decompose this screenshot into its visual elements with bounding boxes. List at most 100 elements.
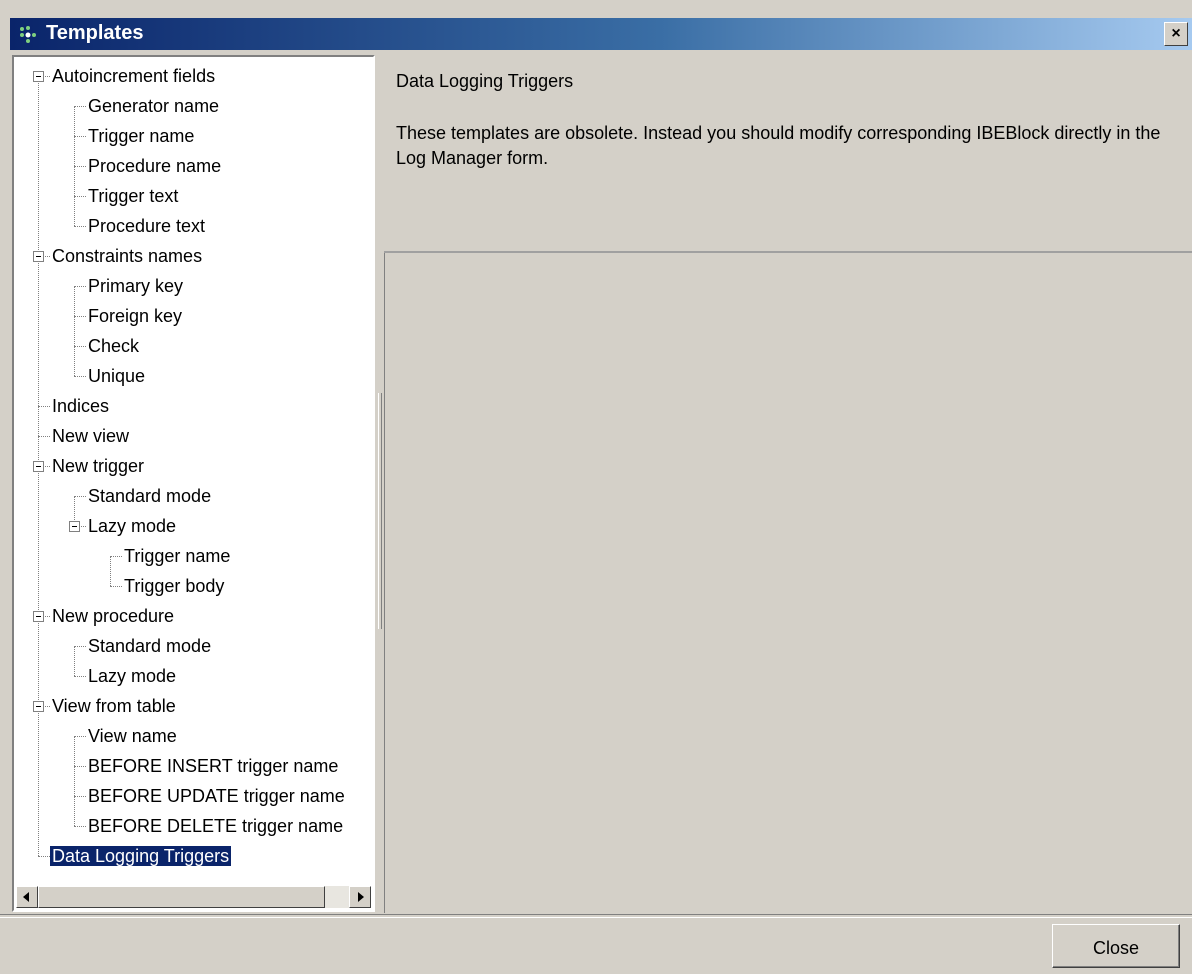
tree-item-label: BEFORE UPDATE trigger name [88, 786, 345, 806]
tree-item[interactable]: Primary key [86, 272, 185, 300]
tree-item[interactable]: Trigger name [122, 542, 232, 570]
splitter[interactable] [376, 55, 384, 912]
collapse-icon[interactable] [33, 611, 44, 622]
tree-item-label: Foreign key [88, 306, 183, 326]
tree-item-label: Primary key [88, 276, 184, 296]
splitter-grip[interactable] [378, 393, 382, 629]
divider [0, 914, 1192, 918]
tree-connector [110, 586, 122, 587]
template-tree: Autoincrement fields Generator name Trigge… [14, 57, 373, 877]
tree-item-label: Procedure text [88, 216, 206, 236]
tree-connector [74, 796, 86, 797]
tree-connector [110, 556, 111, 586]
template-editor-area[interactable] [384, 253, 1192, 913]
tree-item-label: BEFORE DELETE trigger name [88, 816, 344, 836]
tree-connector [74, 196, 86, 197]
tree-item[interactable]: Unique [86, 362, 147, 390]
tree-item[interactable]: Trigger body [122, 572, 226, 600]
arrow-left-icon [23, 892, 29, 902]
horizontal-scrollbar[interactable] [16, 886, 371, 908]
tree-item[interactable]: Standard mode [86, 632, 213, 660]
tree-item-label: Generator name [88, 96, 220, 116]
tree-item[interactable]: View name [86, 722, 179, 750]
tree-item-label: Trigger name [88, 126, 195, 146]
tree-item-label: Indices [52, 396, 110, 416]
tree-item[interactable]: Data Logging Triggers [50, 842, 232, 870]
scroll-right-button[interactable] [349, 886, 371, 908]
tree-connector [74, 736, 86, 737]
window-title: Templates [46, 22, 144, 44]
tree-item-label: Autoincrement fields [52, 66, 216, 86]
tree-connector [74, 136, 86, 137]
tree-item[interactable]: BEFORE DELETE trigger name [86, 812, 345, 840]
description-text: These templates are obsolete. Instead yo… [396, 123, 1161, 168]
tree-item-label: Unique [88, 366, 146, 386]
tree-item-label: Standard mode [88, 636, 212, 656]
description-title: Data Logging Triggers [396, 71, 574, 91]
tree-item[interactable]: Lazy mode [86, 512, 178, 540]
tree-item[interactable]: Generator name [86, 92, 221, 120]
tree-connector [74, 166, 86, 167]
tree-item-label: Data Logging Triggers [50, 846, 232, 866]
arrow-right-icon [358, 892, 364, 902]
tree-item[interactable]: Procedure text [86, 212, 207, 240]
tree-connector [38, 406, 50, 407]
tree-item-label: New procedure [52, 606, 175, 626]
tree-item-label: Trigger text [88, 186, 179, 206]
tree-connector [74, 346, 86, 347]
tree-item-label: Check [88, 336, 140, 356]
tree-connector [74, 646, 86, 647]
tree-item[interactable]: Procedure name [86, 152, 223, 180]
tree-item-label: BEFORE INSERT trigger name [88, 756, 339, 776]
tree-item[interactable]: BEFORE INSERT trigger name [86, 752, 340, 780]
tree-item-label: Lazy mode [88, 516, 177, 536]
tree-item[interactable]: New trigger [50, 452, 146, 480]
tree-connector [38, 706, 39, 856]
tree-connector [74, 316, 86, 317]
tree-item[interactable]: Trigger name [86, 122, 196, 150]
tree-item-label: Procedure name [88, 156, 222, 176]
collapse-icon[interactable] [33, 71, 44, 82]
tree-connector [74, 676, 86, 677]
tree-connector [74, 286, 86, 287]
tree-item[interactable]: New procedure [50, 602, 176, 630]
tree-item[interactable]: Trigger text [86, 182, 180, 210]
tree-item[interactable]: View from table [50, 692, 178, 720]
tree-connector [74, 376, 86, 377]
tree-item[interactable]: Foreign key [86, 302, 184, 330]
tree-item[interactable]: Constraints names [50, 242, 204, 270]
tree-item[interactable]: BEFORE UPDATE trigger name [86, 782, 347, 810]
scroll-left-button[interactable] [16, 886, 38, 908]
template-tree-panel[interactable]: Autoincrement fields Generator name Trigge… [12, 55, 375, 912]
tree-item-label: Trigger name [124, 546, 231, 566]
tree-item[interactable]: Autoincrement fields [50, 62, 217, 90]
close-icon[interactable]: × [1164, 22, 1188, 46]
tree-item-label: View name [88, 726, 177, 746]
scrollbar-thumb[interactable] [38, 886, 325, 908]
close-button[interactable]: Close [1052, 924, 1180, 968]
tree-connector [74, 226, 86, 227]
tree-connector [74, 106, 86, 107]
tree-connector [74, 346, 75, 376]
description-panel: Data Logging Triggers These templates ar… [384, 55, 1192, 253]
tree-item-label: Standard mode [88, 486, 212, 506]
tree-connector [74, 796, 75, 826]
tree-item-label: Constraints names [52, 246, 203, 266]
collapse-icon[interactable] [33, 701, 44, 712]
templates-window: Templates × Autoincrement fields Generato… [0, 0, 1192, 974]
tree-item-label: Lazy mode [88, 666, 177, 686]
collapse-icon[interactable] [69, 521, 80, 532]
tree-connector [74, 496, 86, 497]
tree-item-label: Trigger body [124, 576, 225, 596]
tree-item[interactable]: Check [86, 332, 141, 360]
tree-item-label: New view [52, 426, 130, 446]
tree-item[interactable]: Standard mode [86, 482, 213, 510]
tree-item[interactable]: New view [50, 422, 131, 450]
tree-connector [38, 856, 50, 857]
tree-item[interactable]: Indices [50, 392, 111, 420]
collapse-icon[interactable] [33, 461, 44, 472]
tree-connector [38, 436, 50, 437]
title-bar[interactable]: Templates × [10, 18, 1192, 50]
tree-item[interactable]: Lazy mode [86, 662, 178, 690]
collapse-icon[interactable] [33, 251, 44, 262]
